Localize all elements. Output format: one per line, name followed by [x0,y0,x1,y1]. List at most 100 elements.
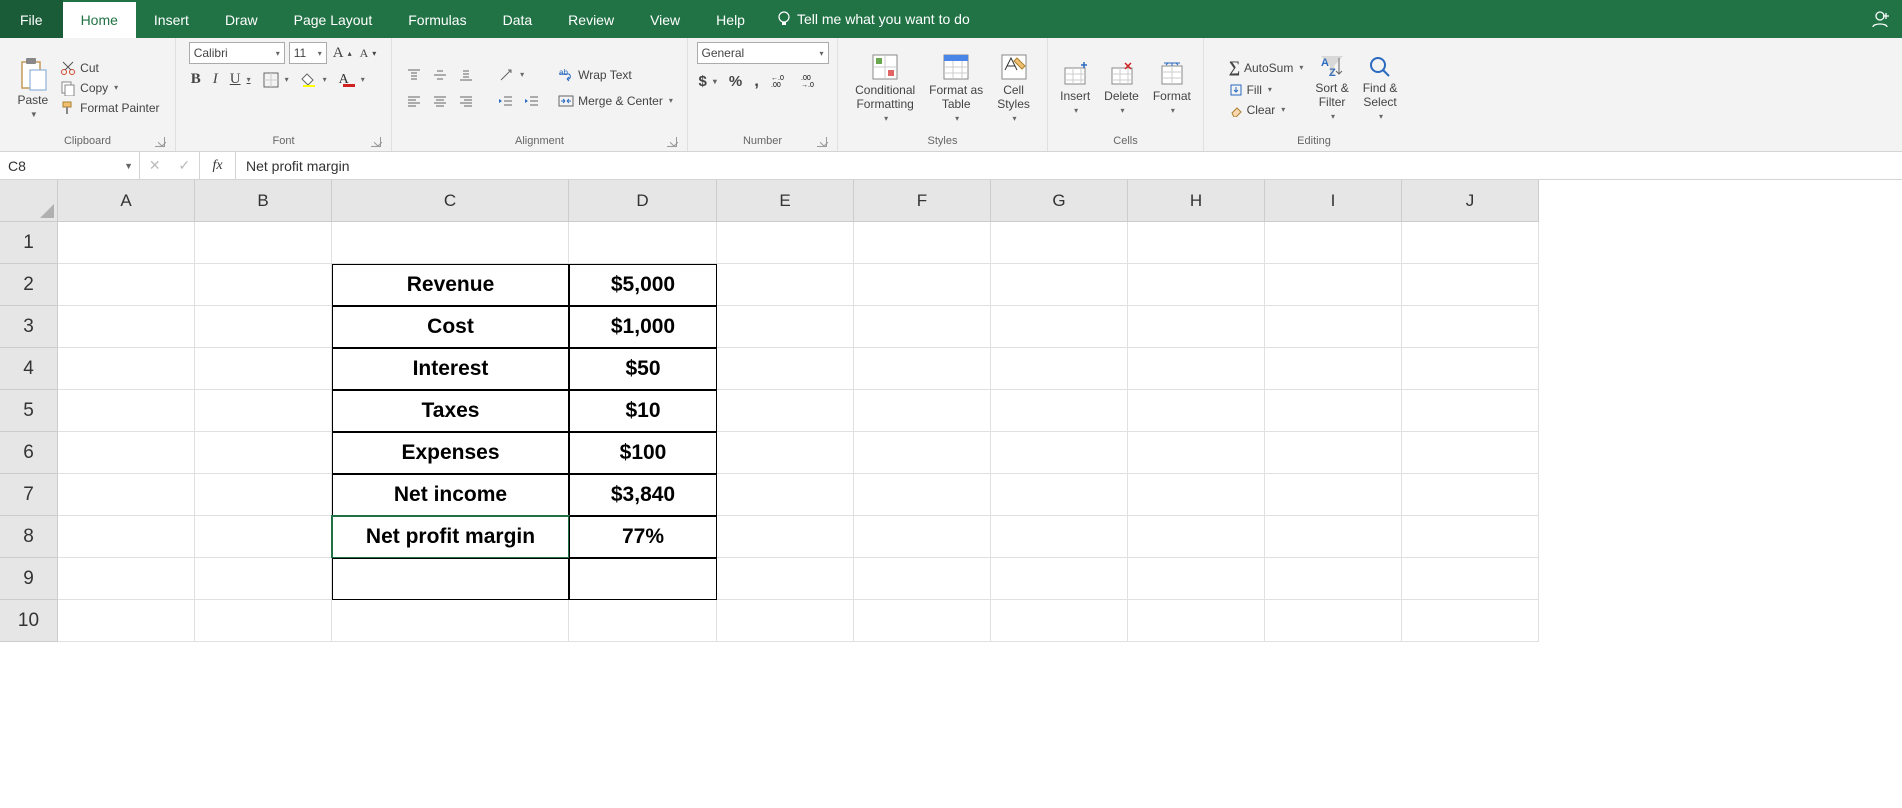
align-bottom-button[interactable] [456,66,476,84]
name-box[interactable]: C8 ▼ [0,152,140,179]
tell-me-search[interactable]: Tell me what you want to do [763,0,970,38]
cell-H9[interactable] [1128,558,1265,600]
cell-I10[interactable] [1265,600,1402,642]
enter-formula-icon[interactable]: ✓ [178,157,190,174]
cancel-formula-icon[interactable]: ✕ [149,157,161,174]
cell-E10[interactable] [717,600,854,642]
insert-function-button[interactable]: fx [200,152,236,179]
cell-F3[interactable] [854,306,991,348]
cell-H3[interactable] [1128,306,1265,348]
italic-button[interactable]: I [211,70,220,89]
cell-G1[interactable] [991,222,1128,264]
cell-G4[interactable] [991,348,1128,390]
font-color-button[interactable]: A▾ [337,71,367,89]
cell-D10[interactable] [569,600,717,642]
cell-F9[interactable] [854,558,991,600]
row-header-10[interactable]: 10 [0,600,58,642]
format-cells-button[interactable]: Format▾ [1149,60,1195,115]
autosum-button[interactable]: ∑ AutoSum▾ [1227,58,1306,78]
cell-J8[interactable] [1402,516,1539,558]
cell-B1[interactable] [195,222,332,264]
row-header-8[interactable]: 8 [0,516,58,558]
fill-button[interactable]: Fill▾ [1227,82,1306,98]
align-left-button[interactable] [404,92,424,110]
cell-C5[interactable]: Taxes [332,390,569,432]
cell-styles-button[interactable]: Cell Styles▾ [993,52,1034,123]
cell-B8[interactable] [195,516,332,558]
cell-D6[interactable]: $100 [569,432,717,474]
cell-C2[interactable]: Revenue [332,264,569,306]
cell-G7[interactable] [991,474,1128,516]
cell-A5[interactable] [58,390,195,432]
col-header-F[interactable]: F [854,180,991,222]
col-header-H[interactable]: H [1128,180,1265,222]
sort-filter-button[interactable]: AZ Sort & Filter▾ [1311,54,1352,121]
cell-E2[interactable] [717,264,854,306]
align-right-button[interactable] [456,92,476,110]
cell-H7[interactable] [1128,474,1265,516]
cell-C7[interactable]: Net income [332,474,569,516]
cell-G10[interactable] [991,600,1128,642]
col-header-A[interactable]: A [58,180,195,222]
tab-file[interactable]: File [0,0,63,38]
cell-A4[interactable] [58,348,195,390]
cell-J6[interactable] [1402,432,1539,474]
cell-F10[interactable] [854,600,991,642]
cell-E5[interactable] [717,390,854,432]
tab-help[interactable]: Help [698,0,763,38]
cell-J2[interactable] [1402,264,1539,306]
wrap-text-button[interactable]: ab Wrap Text [556,66,675,84]
cell-F5[interactable] [854,390,991,432]
cell-F2[interactable] [854,264,991,306]
cell-D2[interactable]: $5,000 [569,264,717,306]
cell-D5[interactable]: $10 [569,390,717,432]
formula-input[interactable]: Net profit margin [236,152,1902,179]
cell-E7[interactable] [717,474,854,516]
cell-B5[interactable] [195,390,332,432]
font-size-select[interactable]: 11 ▾ [289,42,327,64]
cut-button[interactable]: Cut [58,59,161,77]
dialog-launcher-icon[interactable] [817,137,827,147]
cell-G3[interactable] [991,306,1128,348]
cell-C1[interactable] [332,222,569,264]
cell-F6[interactable] [854,432,991,474]
cell-G2[interactable] [991,264,1128,306]
cell-I9[interactable] [1265,558,1402,600]
cell-D4[interactable]: $50 [569,348,717,390]
fill-color-button[interactable]: ▾ [299,71,329,89]
cell-B3[interactable] [195,306,332,348]
cell-F1[interactable] [854,222,991,264]
dialog-launcher-icon[interactable] [667,137,677,147]
cell-I4[interactable] [1265,348,1402,390]
cell-I6[interactable] [1265,432,1402,474]
cell-G9[interactable] [991,558,1128,600]
decrease-decimal-button[interactable]: .00→.0 [799,72,821,90]
tab-review[interactable]: Review [550,0,632,38]
tab-data[interactable]: Data [485,0,551,38]
cell-D3[interactable]: $1,000 [569,306,717,348]
tab-view[interactable]: View [632,0,698,38]
accounting-format-button[interactable]: $▾ [697,72,719,91]
cell-J4[interactable] [1402,348,1539,390]
cell-B2[interactable] [195,264,332,306]
delete-cells-button[interactable]: Delete▾ [1100,60,1143,115]
cell-H2[interactable] [1128,264,1265,306]
increase-decimal-button[interactable]: ←.0.00 [769,72,791,90]
font-name-select[interactable]: Calibri ▾ [189,42,285,64]
tab-home[interactable]: Home [63,0,136,38]
cell-J5[interactable] [1402,390,1539,432]
cell-D8[interactable]: 77% [569,516,717,558]
cell-J7[interactable] [1402,474,1539,516]
cell-H8[interactable] [1128,516,1265,558]
comma-format-button[interactable]: , [752,70,761,92]
merge-center-button[interactable]: Merge & Center ▾ [556,92,675,110]
cell-I2[interactable] [1265,264,1402,306]
row-header-4[interactable]: 4 [0,348,58,390]
cell-C4[interactable]: Interest [332,348,569,390]
cell-H4[interactable] [1128,348,1265,390]
cell-G5[interactable] [991,390,1128,432]
cell-G6[interactable] [991,432,1128,474]
cell-C6[interactable]: Expenses [332,432,569,474]
cell-G8[interactable] [991,516,1128,558]
cell-A8[interactable] [58,516,195,558]
